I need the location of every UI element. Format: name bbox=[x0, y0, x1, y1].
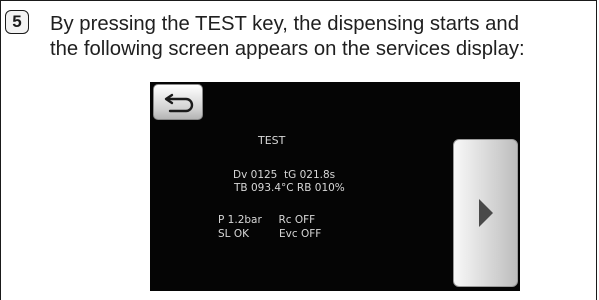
instruction-text: By pressing the TEST key, the dispensing… bbox=[50, 12, 595, 62]
play-triangle-icon bbox=[479, 199, 493, 227]
readout-dv-tg: Dv 0125 tG 021.8s bbox=[233, 169, 336, 181]
readout-sl-evc: SL OK Evc OFF bbox=[218, 228, 322, 240]
display-title: TEST bbox=[258, 134, 286, 147]
forward-button[interactable] bbox=[453, 139, 518, 287]
readout-p-rc: P 1.2bar Rc OFF bbox=[218, 214, 316, 226]
readout-tb-rb: TB 093.4°C RB 010% bbox=[234, 182, 345, 194]
back-button[interactable] bbox=[153, 84, 203, 120]
instruction-line-2: the following screen appears on the serv… bbox=[50, 38, 525, 60]
step-number-badge: 5 bbox=[5, 10, 29, 34]
instruction-line-1: By pressing the TEST key, the dispensing… bbox=[50, 13, 519, 35]
back-arrow-icon bbox=[164, 93, 194, 113]
